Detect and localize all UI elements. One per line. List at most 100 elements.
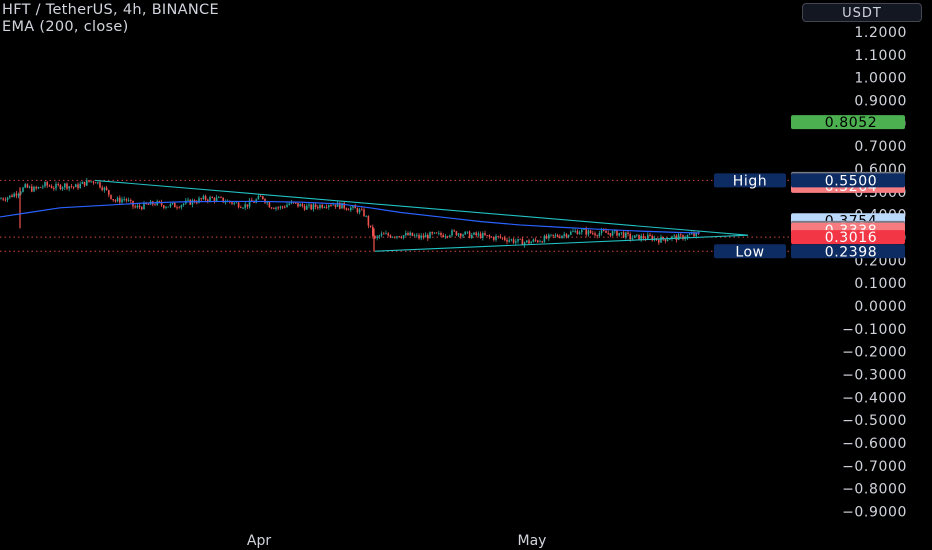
candle-body <box>521 239 524 246</box>
candle-body <box>94 182 97 184</box>
candle-body <box>325 207 328 208</box>
candle-body <box>154 204 156 206</box>
candle-body <box>99 182 101 188</box>
candle-body <box>103 187 106 191</box>
candle-body <box>196 202 198 204</box>
candle-body <box>479 233 482 238</box>
candle-body <box>611 231 614 236</box>
candle-body <box>691 233 693 235</box>
candle-body <box>147 204 150 205</box>
candle-body <box>541 241 543 243</box>
candle-body <box>433 232 436 234</box>
candle-body <box>693 233 695 236</box>
candle-body <box>97 182 99 184</box>
candle-body <box>607 232 609 234</box>
candle-body <box>581 229 583 233</box>
chart-legend: HFT / TetherUS, 4h, BINANCE EMA (200, cl… <box>2 2 219 36</box>
price-tick-label: −0.3000 <box>842 367 907 383</box>
candle-body <box>545 235 548 239</box>
price-tick-label: 1.1000 <box>854 48 907 64</box>
candle-body <box>86 180 88 186</box>
candle-body <box>537 240 539 242</box>
candle-body <box>600 230 603 234</box>
ema-indicator-label[interactable]: EMA (200, close) <box>2 19 219 36</box>
triangle-trendlines[interactable] <box>94 179 749 252</box>
candle-body <box>317 207 319 209</box>
candle-body <box>484 233 486 236</box>
currency-button[interactable]: USDT <box>802 3 922 22</box>
time-axis[interactable]: Apr May <box>247 533 547 549</box>
candle-body <box>534 239 537 241</box>
time-tick-label: May <box>518 533 547 549</box>
candle-body <box>387 233 389 236</box>
candle-body <box>378 235 381 237</box>
candle-body <box>369 225 372 227</box>
candle-body <box>75 184 77 188</box>
candle-body <box>42 186 44 188</box>
candle-body <box>9 195 11 198</box>
candle-body <box>114 200 117 202</box>
candle-body <box>446 236 449 238</box>
candle-body <box>165 207 167 208</box>
candle-body <box>358 209 361 213</box>
candle-body <box>539 241 541 243</box>
candle-body <box>407 233 409 236</box>
candle-body <box>376 236 378 239</box>
candle-body <box>572 231 574 233</box>
candle-body <box>473 232 475 235</box>
candle-body <box>141 207 143 210</box>
candle-body <box>79 183 81 189</box>
candle-body <box>209 197 211 202</box>
candle-body <box>442 235 444 238</box>
candle-body <box>136 205 139 208</box>
candle-body <box>418 234 420 239</box>
candle-body <box>213 197 216 201</box>
candle-body <box>429 232 431 239</box>
candle-body <box>334 204 337 207</box>
candle-body <box>409 232 411 236</box>
candle-body <box>457 233 460 236</box>
candle-body <box>609 233 612 236</box>
candle-body <box>627 232 629 234</box>
candle-body <box>616 229 618 236</box>
candle-body <box>411 232 414 236</box>
symbol-title[interactable]: HFT / TetherUS, 4h, BINANCE <box>2 2 219 19</box>
candle-body <box>66 183 68 189</box>
candle-body <box>61 187 64 190</box>
candle-body <box>138 205 141 208</box>
low-label: Low <box>735 244 764 260</box>
candle-body <box>567 234 570 237</box>
candle-body <box>68 186 70 189</box>
candle-body <box>455 231 458 236</box>
price-tick-label: −0.8000 <box>842 482 907 498</box>
candle-body <box>235 202 238 204</box>
candle-body <box>589 230 592 234</box>
candle-body <box>31 186 33 192</box>
candle-body <box>380 233 383 236</box>
candle-body <box>638 234 640 241</box>
candle-body <box>88 180 90 182</box>
candle-body <box>587 230 590 235</box>
candle-body <box>548 234 550 239</box>
candle-body <box>83 181 86 186</box>
candle-body <box>519 238 521 240</box>
candle-body <box>596 235 598 237</box>
price-tick-label: 0.9000 <box>854 94 907 110</box>
candle-body <box>13 193 15 197</box>
candle-body <box>592 233 594 235</box>
price-tick-label: 1.0000 <box>854 71 907 87</box>
candle-body <box>515 241 517 243</box>
candle-body <box>677 234 680 241</box>
candle-body <box>578 232 581 235</box>
price-tick-label: 0.1000 <box>854 276 907 292</box>
candle-body <box>46 182 48 186</box>
candle-body <box>493 237 495 240</box>
candle-body <box>462 234 464 237</box>
candle-body <box>629 233 631 240</box>
candle-body <box>400 237 403 239</box>
price-tick-label: −0.5000 <box>842 413 907 429</box>
candle-body <box>532 239 535 242</box>
price-axis[interactable]: 1.20001.10001.00000.90000.80000.70000.60… <box>842 25 907 520</box>
price-chart[interactable]: 1.20001.10001.00000.90000.80000.70000.60… <box>0 0 932 550</box>
candle-body <box>295 202 297 204</box>
